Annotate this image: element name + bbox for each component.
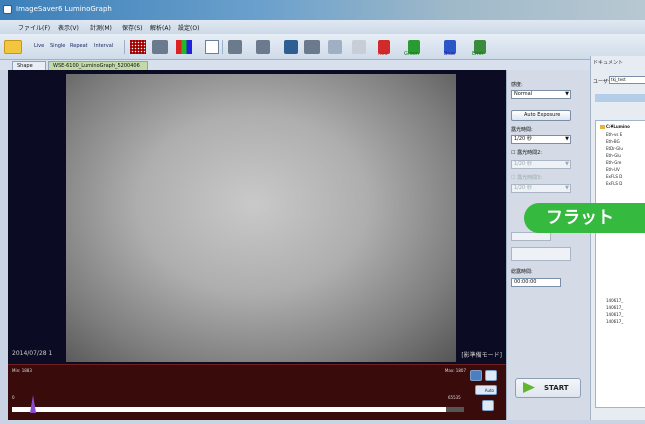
- toolbar-separator: [222, 40, 223, 54]
- menu-save[interactable]: 保存(S): [122, 23, 143, 32]
- save-disk-icon[interactable]: [284, 40, 298, 54]
- layout-icon[interactable]: [152, 40, 168, 54]
- open-folder-icon[interactable]: [4, 40, 22, 54]
- count-input[interactable]: [511, 232, 551, 241]
- histogram-min: Min: 1883: [12, 368, 32, 373]
- toolbar-separator: [124, 40, 125, 54]
- green-label: Green: [404, 51, 420, 57]
- captured-image[interactable]: [66, 74, 456, 362]
- toolbar: Live Single Repeat Interval Red Green Bl…: [0, 34, 645, 60]
- title-bar: ImageSaver6 LuminoGraph: [0, 0, 645, 20]
- level-low: 0: [12, 395, 15, 400]
- camera-icon[interactable]: [304, 40, 320, 54]
- tree-item[interactable]: ExFLS D: [606, 181, 622, 186]
- sensitivity-select[interactable]: Normal ▼: [511, 90, 571, 99]
- exposure2-checkbox[interactable]: ☐ 露光時間2:: [511, 149, 542, 156]
- window-title: ImageSaver6 LuminoGraph: [16, 5, 112, 13]
- color-bar-icon[interactable]: [176, 40, 192, 54]
- capture-settings-panel: 感度: Normal ▼ Auto Exposure 露光時間: 1/20 秒 ▼ …: [506, 70, 590, 420]
- level-slider-handle[interactable]: [30, 395, 36, 413]
- tree-item[interactable]: 140617_: [606, 298, 623, 303]
- file-tree: C:¥Lumino Eth-vs E Eth-BG EtDr-Glu Eth-G…: [595, 120, 645, 408]
- menu-view[interactable]: 表示(V): [58, 23, 79, 32]
- flat-badge: フラット: [524, 203, 645, 233]
- exposure-label: 露光時間:: [511, 127, 533, 133]
- auto-level-button[interactable]: Auto: [475, 385, 497, 395]
- chevron-down-icon: ▼: [565, 136, 569, 142]
- tiff-save-icon[interactable]: [228, 40, 242, 54]
- mode-indicator: [影準備モード]: [461, 352, 502, 359]
- document-action-bar[interactable]: [595, 94, 645, 102]
- document-panel: ドキュメント ユーザー: tkj_test C:¥Lumino Eth-vs E…: [590, 56, 645, 420]
- interval-button[interactable]: Interval: [94, 43, 113, 49]
- exposure2-select[interactable]: 1/20 秒 ▼: [511, 160, 571, 169]
- capture-date: 2014/07/28 1: [12, 350, 53, 357]
- menu-measure[interactable]: 計測(M): [90, 23, 112, 32]
- blank-frame-icon[interactable]: [205, 40, 219, 54]
- tree-item[interactable]: ExFLS D: [606, 174, 622, 179]
- sensitivity-label: 感度:: [511, 82, 523, 88]
- menu-settings[interactable]: 設定(O): [178, 23, 199, 32]
- emit-label: Emit: [472, 51, 484, 57]
- tree-item[interactable]: EtDr-Glu: [606, 146, 623, 151]
- red-label: Red: [378, 51, 388, 57]
- image-viewer: 2014/07/28 1 [影準備モード]: [8, 70, 506, 364]
- exposure3-label: 露光時間3:: [517, 175, 542, 181]
- user-select[interactable]: tkj_test: [609, 76, 645, 84]
- repeat-button[interactable]: Repeat: [70, 43, 88, 49]
- live-button[interactable]: Live: [34, 43, 44, 49]
- histogram-max: Max: 1807: [444, 368, 466, 373]
- level-slider-track[interactable]: [12, 407, 464, 412]
- tab-shape[interactable]: Shape: [12, 61, 46, 70]
- exposure2-label: 露光時間2:: [517, 150, 542, 156]
- menu-bar: ファイル(F) 表示(V) 計測(M) 保存(S) 解析(A) 設定(O): [0, 20, 645, 34]
- app-icon: [3, 5, 12, 14]
- blue-label: Blue: [444, 51, 456, 57]
- chevron-down-icon: ▼: [565, 185, 569, 191]
- tree-item[interactable]: 140617_: [606, 319, 623, 324]
- total-time-label: 総露時間:: [511, 269, 533, 275]
- histogram-panel: Min: 1883 Max: 1807 0 65535 1283 1807: [8, 364, 506, 420]
- print-icon[interactable]: [256, 40, 270, 54]
- tree-item[interactable]: Eth-BG: [606, 139, 620, 144]
- histogram-zoom-icon[interactable]: [470, 370, 482, 381]
- histogram-option-icon[interactable]: [485, 370, 497, 381]
- tree-item[interactable]: 140617_: [606, 305, 623, 310]
- tab-image-file[interactable]: WSE-6100_LuminoGraph_5200406: [48, 61, 148, 70]
- grid-icon[interactable]: [130, 40, 146, 54]
- histogram-settings-icon[interactable]: [482, 400, 494, 411]
- menu-analyze[interactable]: 解析(A): [150, 23, 171, 32]
- tree-item[interactable]: Eth-Glu: [606, 153, 621, 158]
- chevron-down-icon: ▼: [565, 91, 569, 97]
- sun-icon[interactable]: [352, 40, 366, 54]
- auto-exposure-button[interactable]: Auto Exposure: [511, 110, 571, 121]
- interval-input[interactable]: [511, 247, 571, 261]
- exposure-select[interactable]: 1/20 秒 ▼: [511, 135, 571, 144]
- app-window: ImageSaver6 LuminoGraph ファイル(F) 表示(V) 計測…: [0, 0, 645, 424]
- tree-item[interactable]: Eth-vs E: [606, 132, 622, 137]
- tree-item[interactable]: 140617_: [606, 312, 623, 317]
- exposure3-value: 1/20 秒: [514, 185, 532, 191]
- tree-item[interactable]: Eth-Gre: [606, 160, 621, 165]
- tree-root[interactable]: C:¥Lumino: [606, 124, 630, 129]
- single-button[interactable]: Single: [50, 43, 65, 49]
- menu-file[interactable]: ファイル(F): [18, 23, 50, 32]
- exposure3-select[interactable]: 1/20 秒 ▼: [511, 184, 571, 193]
- level-high: 65535: [448, 395, 461, 400]
- total-time-value: 00:00:00: [511, 278, 561, 287]
- folder-icon: [600, 125, 605, 129]
- window-icon[interactable]: [328, 40, 342, 54]
- sensitivity-value: Normal: [514, 91, 533, 97]
- document-tabs: Shape WSE-6100_LuminoGraph_5200406: [0, 60, 590, 70]
- exposure2-value: 1/20 秒: [514, 161, 532, 167]
- tree-item[interactable]: Eth-UV: [606, 167, 620, 172]
- exposure3-checkbox[interactable]: ☐ 露光時間3:: [511, 174, 542, 181]
- document-header: ドキュメント: [593, 60, 624, 66]
- exposure-value: 1/20 秒: [514, 136, 532, 142]
- chevron-down-icon: ▼: [565, 161, 569, 167]
